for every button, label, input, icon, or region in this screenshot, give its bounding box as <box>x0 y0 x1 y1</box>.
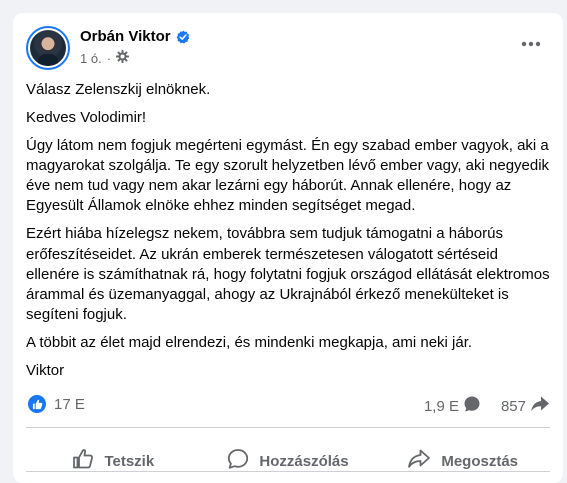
post-meta: 1 ó. · <box>80 49 130 66</box>
comment-count: 1,9 E <box>423 397 459 415</box>
post-paragraph: A többit az élet majd elrendezi, és mind… <box>26 334 473 352</box>
post-header: Orbán Viktor 1 ó. · <box>26 26 550 70</box>
author-name[interactable]: Orbán Viktor <box>80 28 171 45</box>
comment-icon <box>463 395 481 417</box>
post-card: Orbán Viktor 1 ó. · Válasz Zelenszkij el… <box>13 13 563 483</box>
share-count-item[interactable]: 857 <box>501 395 550 417</box>
share-button[interactable]: Megosztás <box>375 441 550 481</box>
more-options-icon[interactable] <box>520 34 542 54</box>
stats-divider <box>26 427 550 428</box>
like-button[interactable]: Tetszik <box>26 441 201 481</box>
reactions-summary[interactable]: 17 E <box>28 395 85 413</box>
comment-share-counts: 1,9 E 857 <box>424 395 550 417</box>
actions-divider <box>26 471 550 472</box>
post-paragraph: Kedves Volodimir! <box>26 108 147 126</box>
avatar[interactable] <box>26 26 70 70</box>
comment-label: Hozzászólás <box>259 452 349 470</box>
share-label: Megosztás <box>441 452 519 470</box>
engagement-stats: 17 E 1,9 E 857 <box>26 393 550 417</box>
reaction-count: 17 E <box>54 395 85 413</box>
post-paragraph: Viktor <box>26 362 65 380</box>
share-icon <box>530 395 550 417</box>
post-paragraph: Ezért hiába hízelegsz nekem, továbbra se… <box>26 225 550 324</box>
post-time[interactable]: 1 ó. <box>80 51 102 66</box>
verified-badge-icon <box>176 30 190 44</box>
share-count: 857 <box>500 397 526 415</box>
like-label: Tetszik <box>104 452 155 470</box>
post-paragraph: Úgy látom nem fogjuk megérteni egymást. … <box>26 136 550 215</box>
avatar-photo <box>30 30 66 66</box>
globe-settings-icon <box>115 49 130 66</box>
post-actions: Tetszik Hozzászólás Megosztás <box>26 441 550 481</box>
comment-count-item[interactable]: 1,9 E <box>424 395 481 417</box>
meta-separator: · <box>106 50 112 66</box>
like-reaction-icon <box>28 395 46 413</box>
author-row: Orbán Viktor <box>80 28 190 45</box>
post-body: Válasz Zelenszkij elnöknek. Kedves Volod… <box>26 80 551 389</box>
comment-button[interactable]: Hozzászólás <box>201 441 376 481</box>
post-paragraph: Válasz Zelenszkij elnöknek. <box>26 81 211 98</box>
